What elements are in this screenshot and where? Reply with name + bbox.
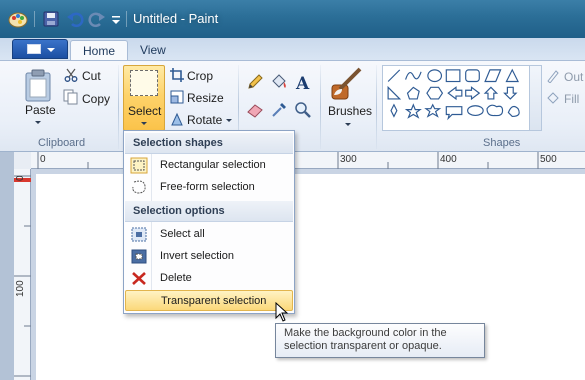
rotate-label: Rotate xyxy=(187,113,223,127)
resize-icon xyxy=(170,90,184,104)
menu-item-transparent-selection[interactable]: Transparent selection xyxy=(125,290,293,311)
menu-item-rectangular-selection[interactable]: Rectangular selection xyxy=(125,155,293,176)
resize-label: Resize xyxy=(187,91,224,105)
vertical-ruler: 0 100 xyxy=(14,169,31,380)
paste-icon xyxy=(25,69,51,102)
chevron-down-icon xyxy=(47,48,55,52)
transparent-selection-icon xyxy=(131,293,149,310)
crop-label: Crop xyxy=(187,69,214,83)
shapes-gallery[interactable] xyxy=(382,65,530,131)
outline-label: Out xyxy=(564,70,584,84)
cut-label: Cut xyxy=(82,69,101,83)
menu-item-label: Free-form selection xyxy=(160,181,255,193)
redo-icon[interactable] xyxy=(88,10,106,28)
magnifier-icon[interactable] xyxy=(294,101,312,119)
paste-label: Paste xyxy=(25,103,56,117)
menu-item-freeform-selection[interactable]: Free-form selection xyxy=(125,177,293,198)
mouse-cursor-icon xyxy=(275,302,289,322)
copy-icon xyxy=(63,89,78,105)
left-edge xyxy=(0,152,14,380)
select-dropdown-menu: Selection shapes Rectangular selection F… xyxy=(123,130,295,314)
customize-quick-access-icon[interactable] xyxy=(110,10,122,28)
fill-label: Fill xyxy=(564,92,580,106)
vertical-ruler-ticks xyxy=(14,175,31,377)
chevron-down-icon xyxy=(345,123,351,126)
clipboard-group-label: Clipboard xyxy=(38,137,86,149)
ruler-tick-label: 100 xyxy=(15,280,26,297)
select-button[interactable]: Select xyxy=(123,65,165,131)
ruler-tick-label: 400 xyxy=(440,154,457,165)
ruler-tick-label: 0 xyxy=(40,154,46,165)
ruler-tick-label: 300 xyxy=(340,154,357,165)
text-icon[interactable]: A xyxy=(294,73,312,91)
rotate-icon xyxy=(171,112,183,126)
select-marquee-icon xyxy=(130,70,158,96)
pencil-icon[interactable] xyxy=(246,73,264,91)
quick-access-separator xyxy=(126,11,127,27)
select-label: Select xyxy=(128,104,162,118)
shapes-group-label: Shapes xyxy=(483,137,521,149)
fill-icon xyxy=(547,92,559,104)
menu-item-invert-selection[interactable]: Invert selection xyxy=(125,246,293,267)
group-divider xyxy=(320,65,321,149)
menu-section-header: Selection shapes xyxy=(125,133,293,154)
menu-item-label: Invert selection xyxy=(160,250,234,262)
copy-label: Copy xyxy=(82,92,111,106)
brush-icon xyxy=(331,67,362,100)
freeform-selection-icon xyxy=(132,180,146,194)
window-title: Untitled - Paint xyxy=(133,11,219,26)
tab-view[interactable]: View xyxy=(128,40,178,61)
rectangular-selection-icon xyxy=(130,157,148,174)
chevron-down-icon xyxy=(35,121,41,124)
menu-item-label: Transparent selection xyxy=(161,295,267,307)
scissors-icon xyxy=(64,68,78,82)
paint-app-icon[interactable] xyxy=(8,10,28,28)
title-bar: Untitled - Paint xyxy=(0,0,585,38)
crop-icon xyxy=(170,68,184,82)
horizontal-ruler-ticks xyxy=(37,152,539,169)
fill-bucket-icon[interactable] xyxy=(270,73,288,91)
color-picker-icon[interactable] xyxy=(270,101,288,119)
menu-item-label: Rectangular selection xyxy=(160,159,266,171)
menu-item-label: Select all xyxy=(160,228,205,240)
outline-icon xyxy=(547,70,559,83)
menu-section-header: Selection options xyxy=(125,201,293,222)
horizontal-ruler: 0 100 300 400 500 xyxy=(31,152,585,169)
shapes-gallery-scrollbar[interactable] xyxy=(530,65,542,131)
menu-item-select-all[interactable]: Select all xyxy=(125,224,293,245)
group-divider xyxy=(376,65,377,149)
quick-access-separator xyxy=(34,11,35,27)
save-icon[interactable] xyxy=(42,10,60,28)
invert-selection-icon xyxy=(131,249,147,264)
menu-item-delete[interactable]: Delete xyxy=(125,268,293,289)
paint-menu-button[interactable] xyxy=(12,39,68,59)
undo-icon[interactable] xyxy=(66,10,84,28)
tooltip: Make the background color in the selecti… xyxy=(275,323,485,358)
ribbon-tab-row: Home View xyxy=(0,38,585,61)
chevron-down-icon xyxy=(226,119,232,122)
chevron-down-icon xyxy=(141,122,147,125)
svg-text:A: A xyxy=(295,74,310,91)
ruler-corner xyxy=(14,152,31,169)
select-all-icon xyxy=(131,227,147,242)
group-divider xyxy=(118,65,119,149)
ruler-tick-label: 500 xyxy=(540,154,557,165)
menu-item-label: Delete xyxy=(160,272,192,284)
paint-menu-icon xyxy=(27,44,41,54)
eraser-icon[interactable] xyxy=(246,101,264,119)
brushes-label: Brushes xyxy=(328,104,373,118)
delete-icon xyxy=(132,272,146,285)
ruler-tick-label: 0 xyxy=(15,175,26,181)
tab-home[interactable]: Home xyxy=(70,40,129,61)
